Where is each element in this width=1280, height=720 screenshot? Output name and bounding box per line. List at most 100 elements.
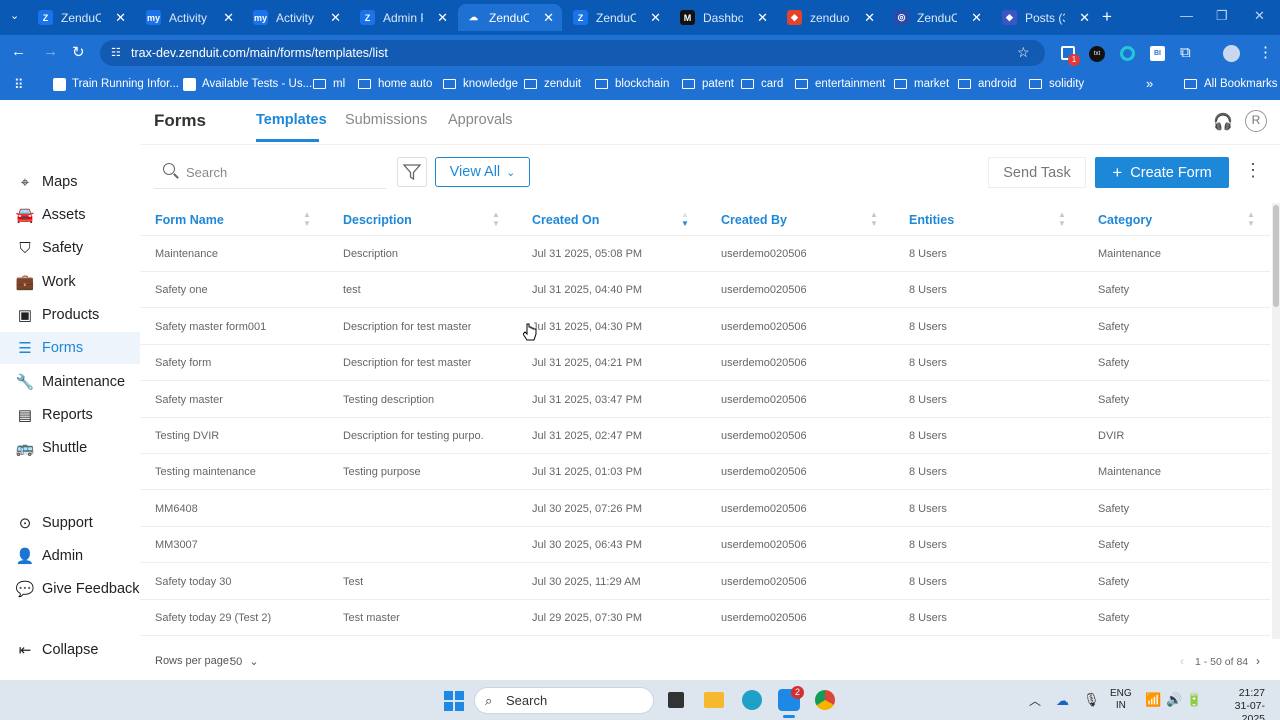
browser-tab[interactable]: Z ZenduOne ✕ xyxy=(565,4,669,31)
taskbar-search[interactable] xyxy=(474,687,654,714)
txt-extension-icon[interactable]: txt xyxy=(1089,46,1105,62)
bookmark-star-icon[interactable]: ☆ xyxy=(1017,44,1030,61)
close-tab-icon[interactable]: ✕ xyxy=(543,10,554,26)
browser-tab[interactable]: ◎ ZenduOne ✕ xyxy=(886,4,990,31)
apps-grid-icon[interactable]: ⠿ xyxy=(14,77,24,93)
bi-extension-icon[interactable]: BI xyxy=(1150,46,1165,61)
bookmark-item[interactable]: patent xyxy=(682,76,734,92)
tab-search-chevron-icon[interactable]: ⌄ xyxy=(10,9,19,22)
sidebar-item-forms[interactable]: ☰ Forms xyxy=(0,332,140,364)
volume-icon[interactable]: 🔊 xyxy=(1166,692,1182,708)
send-task-button[interactable]: Send Task xyxy=(988,157,1086,188)
bookmark-item[interactable]: market xyxy=(894,76,949,92)
close-window-icon[interactable]: ✕ xyxy=(1254,8,1265,24)
microphone-icon[interactable]: 🎙 xyxy=(1083,692,1100,708)
sidebar-item-maintenance[interactable]: 🔧 Maintenance xyxy=(0,366,140,398)
sort-arrows-icon[interactable]: ▲ ▼ xyxy=(492,211,500,228)
sidebar-item-shuttle[interactable]: 🚌 Shuttle xyxy=(0,432,140,464)
browser-tab[interactable]: ◆ Posts (39) ✕ xyxy=(994,4,1098,31)
file-explorer-icon[interactable] xyxy=(704,692,724,708)
close-tab-icon[interactable]: ✕ xyxy=(223,10,234,26)
close-tab-icon[interactable]: ✕ xyxy=(757,10,768,26)
bookmark-item[interactable]: solidity xyxy=(1029,76,1084,92)
browser-tab[interactable]: ◆ zenduone ✕ xyxy=(779,4,883,31)
close-tab-icon[interactable]: ✕ xyxy=(971,10,982,26)
sidebar-item-admin[interactable]: 👤 Admin xyxy=(0,540,140,572)
show-hidden-icons[interactable]: ︿ xyxy=(1029,692,1041,709)
tab-submissions[interactable]: Submissions xyxy=(345,112,427,128)
close-tab-icon[interactable]: ✕ xyxy=(115,10,126,26)
new-tab-button[interactable]: + xyxy=(1102,7,1112,27)
headset-support-icon[interactable]: 🎧 xyxy=(1213,112,1233,132)
close-tab-icon[interactable]: ✕ xyxy=(330,10,341,26)
restore-icon[interactable]: ❐ xyxy=(1216,8,1228,24)
browser-tab[interactable]: ☁ ZenduOne ✕ xyxy=(458,4,562,31)
tab-templates[interactable]: Templates xyxy=(256,112,327,128)
browser-menu-icon[interactable]: ⋮ xyxy=(1258,43,1273,61)
bookmark-item[interactable]: Train Running Infor... xyxy=(53,76,179,92)
bookmark-item[interactable]: ml xyxy=(313,76,345,92)
edge-icon[interactable] xyxy=(742,690,762,710)
bookmark-item[interactable]: card xyxy=(741,76,783,92)
sort-arrows-icon[interactable]: ▲ ▼ xyxy=(303,211,311,228)
sort-arrows-icon[interactable]: ▲ ▼ xyxy=(1058,211,1066,228)
view-all-dropdown[interactable]: View All ⌄ xyxy=(435,157,530,187)
sidebar-item-reports[interactable]: ▤ Reports xyxy=(0,399,140,431)
column-header[interactable]: Entities xyxy=(909,213,954,227)
reload-icon[interactable]: ↻ xyxy=(72,43,85,61)
bookmark-item[interactable]: knowledge xyxy=(443,76,518,92)
sidebar-item-maps[interactable]: ⌖ Maps xyxy=(0,166,140,198)
close-tab-icon[interactable]: ✕ xyxy=(864,10,875,26)
chrome-icon[interactable] xyxy=(815,690,835,710)
windows-start-icon[interactable] xyxy=(444,691,464,711)
scrollbar-thumb[interactable] xyxy=(1273,205,1279,307)
tray-app-icon[interactable]: ☁ xyxy=(1056,693,1069,709)
sidebar-item-products[interactable]: ▣ Products xyxy=(0,299,140,331)
bookmark-item[interactable]: android xyxy=(958,76,1016,92)
sort-arrows-icon[interactable]: ▲ ▼ xyxy=(681,211,689,228)
forward-icon[interactable]: → xyxy=(43,43,58,60)
create-form-button[interactable]: + Create Form xyxy=(1095,157,1229,188)
all-bookmarks-button[interactable]: All Bookmarks xyxy=(1184,76,1278,92)
column-header[interactable]: Created By xyxy=(721,213,787,227)
browser-tab[interactable]: my Activity and ✕ xyxy=(245,4,349,31)
bookmark-item[interactable]: zenduit xyxy=(524,76,581,92)
close-tab-icon[interactable]: ✕ xyxy=(650,10,661,26)
sort-arrows-icon[interactable]: ▲ ▼ xyxy=(1247,211,1255,228)
wifi-icon[interactable]: 📶 xyxy=(1145,692,1161,708)
sidebar-item-support[interactable]: ⊙ Support xyxy=(0,507,140,539)
battery-icon[interactable]: 🔋 xyxy=(1186,692,1202,708)
rows-per-page-select[interactable]: 50 ⌄ xyxy=(230,655,259,668)
sidebar-item-safety[interactable]: ⛉ Safety xyxy=(0,232,140,264)
bookmarks-more[interactable]: » xyxy=(1146,76,1153,91)
user-avatar[interactable]: R xyxy=(1245,110,1267,132)
bookmark-item[interactable]: home auto xyxy=(358,76,432,92)
browser-tab[interactable]: Z Admin Portal ✕ xyxy=(352,4,456,31)
extensions-puzzle-icon[interactable]: ⧉ xyxy=(1180,44,1191,61)
browser-tab[interactable]: my Activity and ✕ xyxy=(138,4,242,31)
tab-approvals[interactable]: Approvals xyxy=(448,112,512,128)
close-tab-icon[interactable]: ✕ xyxy=(437,10,448,26)
sidebar-item-work[interactable]: 💼 Work xyxy=(0,266,140,298)
more-options-icon[interactable]: ⋮ xyxy=(1244,160,1262,181)
minimize-icon[interactable]: — xyxy=(1180,8,1193,23)
column-header[interactable]: Category xyxy=(1098,213,1152,227)
language-indicator[interactable]: ENG IN xyxy=(1110,688,1132,712)
column-header[interactable]: Form Name xyxy=(155,213,224,227)
browser-tab[interactable]: M Dashboard ✕ xyxy=(672,4,776,31)
prev-page-icon[interactable]: ‹ xyxy=(1180,654,1184,668)
close-tab-icon[interactable]: ✕ xyxy=(1079,10,1090,26)
clock[interactable]: 21:27 31-07-2025 xyxy=(1212,687,1265,720)
taskbar-app-icon[interactable] xyxy=(668,692,684,708)
next-page-icon[interactable]: › xyxy=(1256,654,1260,668)
bookmark-item[interactable]: Available Tests - Us... xyxy=(183,76,312,92)
sort-arrows-icon[interactable]: ▲ ▼ xyxy=(870,211,878,228)
sidebar-item-assets[interactable]: 🚘 Assets xyxy=(0,199,140,231)
sidebar-item-give-feedback[interactable]: 💬 Give Feedback xyxy=(0,573,140,605)
sidebar-collapse-button[interactable]: ⇤ Collapse xyxy=(0,634,140,666)
url-text[interactable]: trax-dev.zenduit.com/main/forms/template… xyxy=(131,46,388,60)
browser-tab[interactable]: Z ZenduOne ✕ xyxy=(30,4,134,31)
site-info-icon[interactable]: ☷ xyxy=(111,46,121,59)
column-header[interactable]: Description xyxy=(343,213,412,227)
column-header[interactable]: Created On xyxy=(532,213,599,227)
